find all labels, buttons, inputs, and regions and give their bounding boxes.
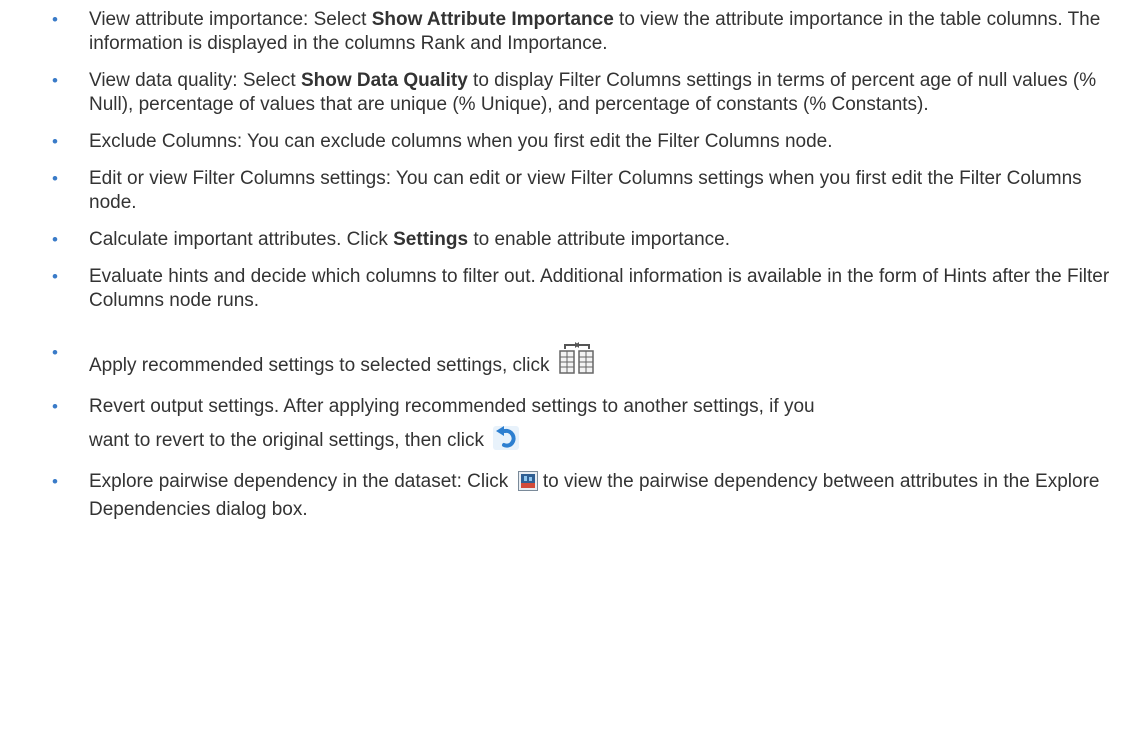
bullet: •: [52, 10, 58, 29]
bullet: •: [52, 169, 58, 188]
list-item-view-data-quality: • View data quality: Select Show Data Qu…: [0, 69, 1143, 117]
list-item-revert-output-settings: • Revert output settings. After applying…: [0, 395, 1143, 457]
list-item-evaluate-hints: • Evaluate hints and decide which column…: [0, 265, 1143, 313]
bullet: •: [52, 71, 58, 90]
list-item-apply-recommended: • Apply recommended settings to selected…: [0, 341, 1143, 382]
list-item-calculate-important-attributes: • Calculate important attributes. Click …: [0, 228, 1143, 252]
item-text: Exclude Columns: You can exclude columns…: [89, 131, 833, 152]
list-item-view-attribute-importance: • View attribute importance: Select Show…: [0, 8, 1143, 56]
bullet: •: [52, 397, 58, 416]
item-text-prefix: View data quality: Select: [89, 70, 301, 91]
item-text-line1: Revert output settings. After applying r…: [89, 396, 815, 417]
item-text-prefix: Explore pairwise dependency in the datas…: [89, 471, 509, 492]
item-text-prefix: View attribute importance: Select: [89, 9, 372, 30]
show-data-quality-label: Show Data Quality: [300, 70, 468, 91]
list-item-explore-pairwise-dependency: • Explore pairwise dependency in the dat…: [0, 470, 1143, 522]
item-text-suffix: to enable attribute importance.: [468, 229, 731, 250]
bullet-list: • View attribute importance: Select Show…: [0, 0, 1143, 522]
item-text: Edit or view Filter Columns settings: Yo…: [89, 168, 1082, 213]
apply-recommended-settings-icon[interactable]: [558, 341, 595, 382]
bullet: •: [52, 472, 58, 491]
list-item-exclude-columns: • Exclude Columns: You can exclude colum…: [0, 130, 1143, 154]
revert-icon[interactable]: [493, 426, 520, 457]
list-item-edit-view-settings: • Edit or view Filter Columns settings: …: [0, 167, 1143, 215]
item-text-prefix: Calculate important attributes. Click: [89, 229, 394, 250]
bullet: •: [52, 132, 58, 151]
bullet: •: [52, 267, 58, 286]
bullet: •: [52, 343, 58, 362]
settings-label: Settings: [393, 229, 469, 250]
bullet: •: [52, 230, 58, 249]
item-text: Apply recommended settings to selected s…: [89, 355, 550, 376]
item-text-line2: want to revert to the original settings,…: [89, 430, 484, 451]
explore-dependencies-icon[interactable]: [517, 471, 538, 498]
item-text: Evaluate hints and decide which columns …: [89, 266, 1110, 311]
show-attribute-importance-label: Show Attribute Importance: [371, 9, 614, 30]
